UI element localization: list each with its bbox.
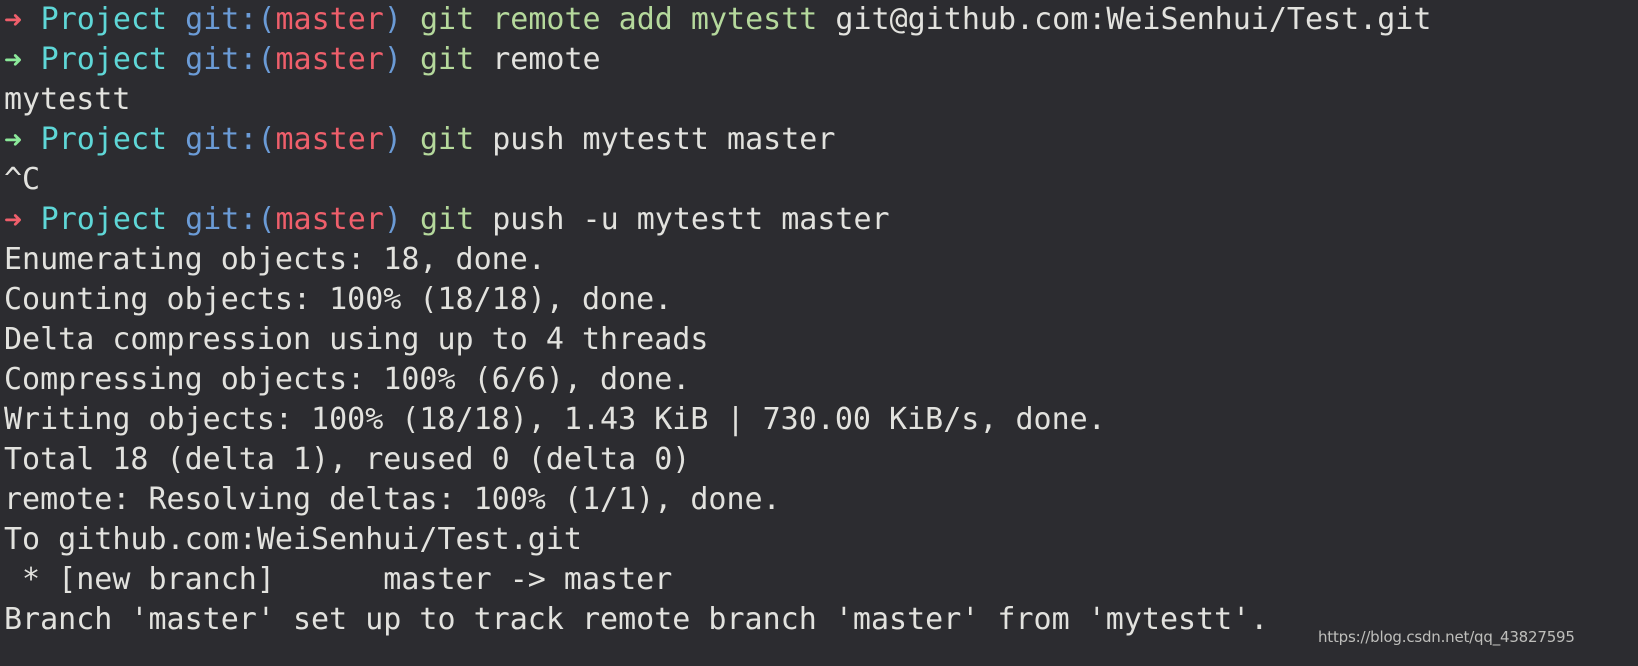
prompt-git-label: git: (185, 202, 258, 237)
prompt-paren-open: ( (257, 42, 276, 77)
prompt-branch: master (275, 2, 384, 37)
prompt-directory: Project (40, 122, 168, 157)
terminal-prompt-line: ➜ Project git:(master) git push mytestt … (4, 120, 1638, 160)
terminal-output-line: ^C (4, 160, 1638, 200)
prompt-paren-close: ) (383, 202, 402, 237)
terminal-output-line: To github.com:WeiSenhui/Test.git (4, 520, 1638, 560)
prompt-args: remote (492, 42, 601, 77)
terminal-window[interactable]: ➜ Project git:(master) git remote add my… (0, 0, 1638, 666)
prompt-command: git (419, 122, 475, 157)
terminal-output-line: mytestt (4, 80, 1638, 120)
output-text: ^C (4, 162, 41, 197)
prompt-paren-open: ( (257, 2, 276, 37)
terminal-output-line: Enumerating objects: 18, done. (4, 240, 1638, 280)
prompt-command: git (419, 202, 475, 237)
prompt-git-label: git: (185, 122, 258, 157)
terminal-output-line: Counting objects: 100% (18/18), done. (4, 280, 1638, 320)
output-text: Total 18 (delta 1), reused 0 (delta 0) (4, 442, 691, 477)
prompt-args: git@github.com:WeiSenhui/Test.git (835, 2, 1432, 37)
prompt-paren-close: ) (383, 122, 402, 157)
prompt-git-label: git: (185, 2, 258, 37)
prompt-command: git (419, 42, 475, 77)
prompt-arrow: ➜ (4, 123, 23, 158)
prompt-paren-open: ( (257, 202, 276, 237)
output-text: Writing objects: 100% (18/18), 1.43 KiB … (4, 402, 1106, 437)
terminal-output-line: Writing objects: 100% (18/18), 1.43 KiB … (4, 400, 1638, 440)
prompt-directory: Project (40, 202, 168, 237)
prompt-args: push -u mytestt master (492, 202, 890, 237)
prompt-branch: master (275, 122, 384, 157)
terminal-prompt-line: ➜ Project git:(master) git remote add my… (4, 0, 1638, 40)
terminal-screen[interactable]: ➜ Project git:(master) git remote add my… (0, 0, 1638, 640)
prompt-directory: Project (40, 42, 168, 77)
output-text: Delta compression using up to 4 threads (4, 322, 709, 357)
prompt-paren-close: ) (383, 2, 402, 37)
terminal-output-line: Compressing objects: 100% (6/6), done. (4, 360, 1638, 400)
prompt-arrow: ➜ (4, 203, 23, 238)
terminal-output-line: * [new branch] master -> master (4, 560, 1638, 600)
prompt-arrow: ➜ (4, 3, 23, 38)
output-text: Compressing objects: 100% (6/6), done. (4, 362, 691, 397)
output-text: mytestt (4, 82, 131, 117)
prompt-directory: Project (40, 2, 168, 37)
output-text: remote: Resolving deltas: 100% (1/1), do… (4, 482, 781, 517)
terminal-output-line: remote: Resolving deltas: 100% (1/1), do… (4, 480, 1638, 520)
terminal-prompt-line: ➜ Project git:(master) git push -u mytes… (4, 200, 1638, 240)
prompt-paren-close: ) (383, 42, 402, 77)
prompt-branch: master (275, 202, 384, 237)
output-text: Enumerating objects: 18, done. (4, 242, 546, 277)
terminal-output-line: Delta compression using up to 4 threads (4, 320, 1638, 360)
output-text: Counting objects: 100% (18/18), done. (4, 282, 673, 317)
csdn-watermark: https://blog.csdn.net/qq_43827595 (1318, 628, 1575, 646)
terminal-output-line: Total 18 (delta 1), reused 0 (delta 0) (4, 440, 1638, 480)
prompt-branch: master (275, 42, 384, 77)
prompt-git-label: git: (185, 42, 258, 77)
prompt-args: push mytestt master (492, 122, 836, 157)
prompt-paren-open: ( (257, 122, 276, 157)
output-text: * [new branch] master -> master (4, 562, 673, 597)
output-text: To github.com:WeiSenhui/Test.git (4, 522, 582, 557)
prompt-command: git remote add mytestt (419, 2, 818, 37)
output-text: Branch 'master' set up to track remote b… (4, 602, 1269, 637)
prompt-arrow: ➜ (4, 43, 23, 78)
terminal-prompt-line: ➜ Project git:(master) git remote (4, 40, 1638, 80)
